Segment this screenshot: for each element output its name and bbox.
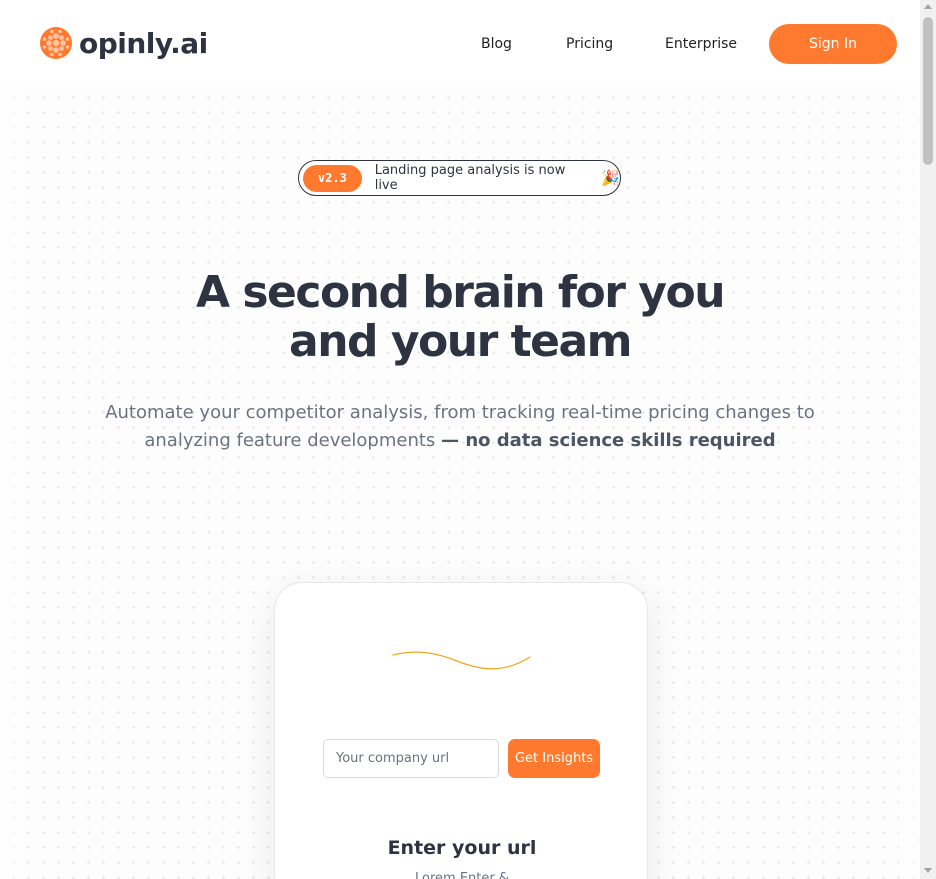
announcement-text: Landing page analysis is now live — [374, 163, 566, 193]
scroll-up-arrow-icon[interactable] — [924, 4, 932, 9]
wave-decoration — [392, 651, 531, 670]
hero-subtitle: Automate your competitor analysis, from … — [100, 399, 820, 455]
hero-title-line-2: and your team — [289, 316, 633, 367]
background-fade-right — [890, 86, 920, 879]
scroll-down-arrow-icon[interactable] — [924, 868, 932, 873]
logo-icon — [40, 27, 72, 59]
logo-text: opinly.ai — [79, 26, 208, 60]
version-badge: v2.3 — [303, 164, 362, 192]
get-insights-button[interactable]: Get Insights — [508, 739, 600, 778]
insights-card: Get Insights Enter your url Lorem Enter … — [274, 582, 648, 879]
site-header: opinly.ai Blog Pricing Enterprise Sign I… — [0, 0, 920, 86]
scrollbar-thumb[interactable] — [923, 17, 933, 165]
announcement-pill[interactable]: v2.3 Landing page analysis is now live 🎉 — [298, 160, 621, 196]
hero-title-line-1: A second brain for you — [195, 267, 726, 318]
hero-subtitle-emphasis: — no data science skills required — [441, 430, 776, 451]
step-title: Enter your url — [387, 837, 537, 859]
hero-title: A second brain for you and your team — [0, 268, 920, 366]
party-popper-icon: 🎉 — [601, 169, 620, 187]
page: opinly.ai Blog Pricing Enterprise Sign I… — [0, 0, 936, 879]
nav-enterprise-link[interactable]: Enterprise — [665, 36, 737, 52]
logo-link[interactable]: opinly.ai — [39, 26, 208, 60]
nav-blog-link[interactable]: Blog — [481, 36, 512, 52]
sign-in-button[interactable]: Sign In — [769, 24, 897, 64]
background-fade-left — [0, 86, 30, 879]
step-description: Lorem Enter & — [415, 871, 509, 879]
page-scrollbar[interactable] — [920, 0, 936, 879]
nav-pricing-link[interactable]: Pricing — [566, 36, 613, 52]
company-url-input[interactable] — [323, 739, 499, 778]
